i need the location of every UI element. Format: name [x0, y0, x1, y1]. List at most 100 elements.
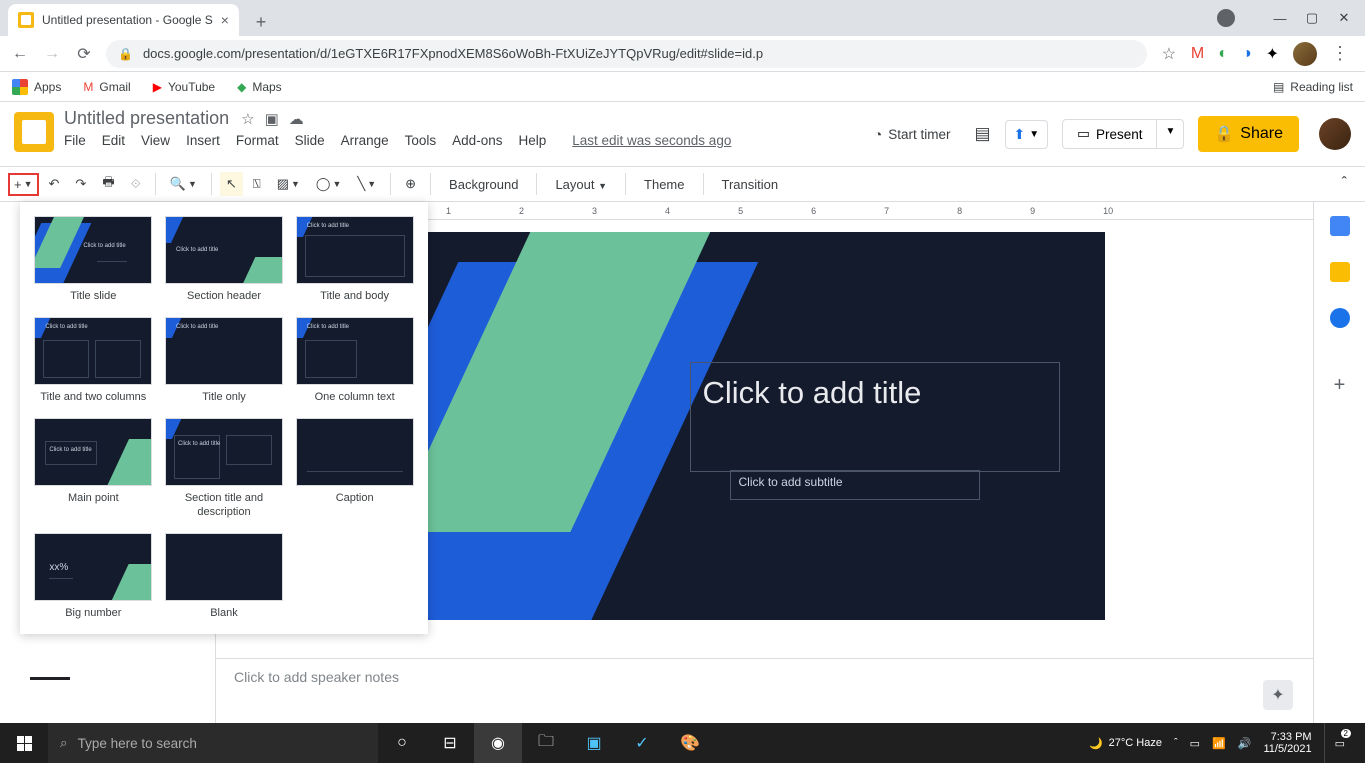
- ext-icon-2[interactable]: ◑: [1242, 45, 1252, 63]
- app-taskbar-icon-1[interactable]: ▣: [570, 723, 618, 763]
- ext-icon-1[interactable]: ◐: [1218, 45, 1228, 63]
- app-taskbar-icon-2[interactable]: ✓: [618, 723, 666, 763]
- layout-option-one-column[interactable]: Click to add title One column text: [295, 317, 414, 404]
- share-button[interactable]: 🔒Share: [1198, 116, 1299, 152]
- maps-bookmark[interactable]: ◆Maps: [237, 80, 282, 94]
- paint-taskbar-icon[interactable]: 🎨: [666, 723, 714, 763]
- address-bar[interactable]: 🔒 docs.google.com/presentation/d/1eGTXE6…: [106, 40, 1147, 68]
- browser-tab[interactable]: Untitled presentation - Google S ×: [8, 4, 239, 36]
- menu-format[interactable]: Format: [236, 133, 279, 148]
- start-timer-button[interactable]: ◔Start timer: [864, 121, 960, 148]
- user-avatar[interactable]: [1319, 118, 1351, 150]
- collapse-toolbar-icon[interactable]: ˆ: [1332, 171, 1357, 197]
- youtube-bookmark[interactable]: ▶YouTube: [153, 80, 215, 94]
- subtitle-placeholder[interactable]: Click to add subtitle: [730, 470, 980, 500]
- cortana-icon[interactable]: ⊟: [426, 723, 474, 763]
- layout-option-big-number[interactable]: xx% Big number: [34, 533, 153, 620]
- last-edit-link[interactable]: Last edit was seconds ago: [572, 133, 731, 148]
- chrome-account-icon[interactable]: [1217, 9, 1235, 27]
- forward-icon[interactable]: →: [42, 45, 62, 63]
- menu-arrange[interactable]: Arrange: [341, 133, 389, 148]
- new-tab-button[interactable]: +: [247, 8, 275, 36]
- wifi-icon[interactable]: 📶: [1212, 737, 1226, 750]
- lock-share-icon: 🔒: [1214, 124, 1234, 144]
- menu-slide[interactable]: Slide: [295, 133, 325, 148]
- taskbar-search[interactable]: ⌕Type here to search: [48, 723, 378, 763]
- textbox-tool[interactable]: ⍂: [247, 172, 267, 196]
- present-upload-button[interactable]: ⬆▼: [1005, 120, 1049, 149]
- cloud-status-icon[interactable]: ☁: [289, 110, 304, 128]
- paint-format-button[interactable]: ⟐: [125, 172, 147, 196]
- menu-insert[interactable]: Insert: [186, 133, 220, 148]
- menu-edit[interactable]: Edit: [102, 133, 125, 148]
- layout-option-section-title-desc[interactable]: Click to add title Section title and des…: [165, 418, 284, 518]
- calendar-icon[interactable]: [1330, 216, 1350, 236]
- minimize-icon[interactable]: —: [1273, 11, 1287, 26]
- select-tool[interactable]: ↖: [220, 172, 243, 196]
- layout-option-title-body[interactable]: Click to add title Title and body: [295, 216, 414, 303]
- star-doc-icon[interactable]: ☆: [241, 110, 254, 128]
- close-window-icon[interactable]: ✕: [1337, 10, 1351, 26]
- volume-icon[interactable]: 🔊: [1238, 737, 1252, 750]
- comments-icon[interactable]: ▤: [974, 124, 990, 144]
- chrome-taskbar-icon[interactable]: ◉: [474, 723, 522, 763]
- menu-help[interactable]: Help: [518, 133, 546, 148]
- explorer-taskbar-icon[interactable]: 🗀: [522, 723, 570, 763]
- title-placeholder[interactable]: Click to add title: [690, 362, 1060, 472]
- print-button[interactable]: 🖶: [96, 169, 120, 199]
- present-button[interactable]: ▭Present: [1063, 120, 1156, 148]
- tray-chevron-icon[interactable]: ˆ: [1174, 737, 1178, 749]
- back-icon[interactable]: ←: [10, 45, 30, 63]
- layout-option-two-columns[interactable]: Click to add title Title and two columns: [34, 317, 153, 404]
- move-doc-icon[interactable]: ▣: [265, 110, 279, 128]
- slides-logo-icon[interactable]: [14, 112, 54, 152]
- comment-button[interactable]: ⊕: [399, 172, 422, 196]
- shape-tool[interactable]: ◯ ▼: [310, 172, 347, 196]
- menu-file[interactable]: File: [64, 133, 86, 148]
- tasks-icon[interactable]: [1330, 308, 1350, 328]
- background-button[interactable]: Background: [439, 173, 528, 196]
- zoom-button[interactable]: 🔍 ▼: [164, 172, 203, 196]
- slide-canvas[interactable]: Click to add title Click to add subtitle: [425, 232, 1105, 620]
- notifications-button[interactable]: ▭2: [1324, 723, 1355, 763]
- maximize-icon[interactable]: ▢: [1305, 10, 1319, 26]
- transition-button[interactable]: Transition: [712, 173, 789, 196]
- line-tool[interactable]: ╲ ▼: [351, 172, 382, 196]
- gmail-ext-icon[interactable]: M: [1191, 45, 1204, 63]
- keep-icon[interactable]: [1330, 262, 1350, 282]
- chrome-menu-icon[interactable]: ⋮: [1331, 43, 1349, 64]
- new-slide-button[interactable]: +▼: [8, 173, 39, 196]
- layout-option-blank[interactable]: Blank: [165, 533, 284, 620]
- layout-option-section-header[interactable]: Click to add title Section header: [165, 216, 284, 303]
- explore-button[interactable]: ✦: [1263, 680, 1293, 710]
- reading-list-button[interactable]: ▤Reading list: [1273, 80, 1353, 94]
- theme-button[interactable]: Theme: [634, 173, 694, 196]
- start-button[interactable]: [0, 723, 48, 763]
- close-tab-icon[interactable]: ×: [221, 12, 229, 28]
- layout-option-main-point[interactable]: Click to add title Main point: [34, 418, 153, 518]
- speaker-notes[interactable]: Click to add speaker notes: [216, 658, 1313, 724]
- weather-widget[interactable]: 🌙27°C Haze: [1089, 737, 1162, 750]
- menu-addons[interactable]: Add-ons: [452, 133, 502, 148]
- profile-avatar-icon[interactable]: [1293, 42, 1317, 66]
- apps-bookmark[interactable]: Apps: [12, 79, 61, 95]
- present-dropdown[interactable]: ▼: [1156, 120, 1183, 148]
- star-icon[interactable]: ☆: [1159, 44, 1179, 64]
- layout-button[interactable]: Layout ▼: [545, 173, 617, 196]
- undo-button[interactable]: ↶: [43, 172, 66, 196]
- task-view-icon[interactable]: ○: [378, 723, 426, 763]
- layout-option-title-only[interactable]: Click to add title Title only: [165, 317, 284, 404]
- tray-clock[interactable]: 7:33 PM11/5/2021: [1263, 731, 1311, 755]
- document-title[interactable]: Untitled presentation: [64, 108, 229, 129]
- menu-view[interactable]: View: [141, 133, 170, 148]
- layout-option-title-slide[interactable]: Click to add title Title slide: [34, 216, 153, 303]
- redo-button[interactable]: ↷: [69, 172, 92, 196]
- image-tool[interactable]: ▨ ▼: [271, 172, 306, 196]
- layout-option-caption[interactable]: Caption: [295, 418, 414, 518]
- reload-icon[interactable]: ⟳: [74, 44, 94, 64]
- menu-tools[interactable]: Tools: [405, 133, 437, 148]
- input-indicator-icon[interactable]: ▭: [1190, 737, 1200, 750]
- extensions-icon[interactable]: ✦: [1266, 44, 1279, 64]
- add-addon-icon[interactable]: +: [1334, 374, 1346, 397]
- gmail-bookmark[interactable]: MGmail: [83, 80, 130, 94]
